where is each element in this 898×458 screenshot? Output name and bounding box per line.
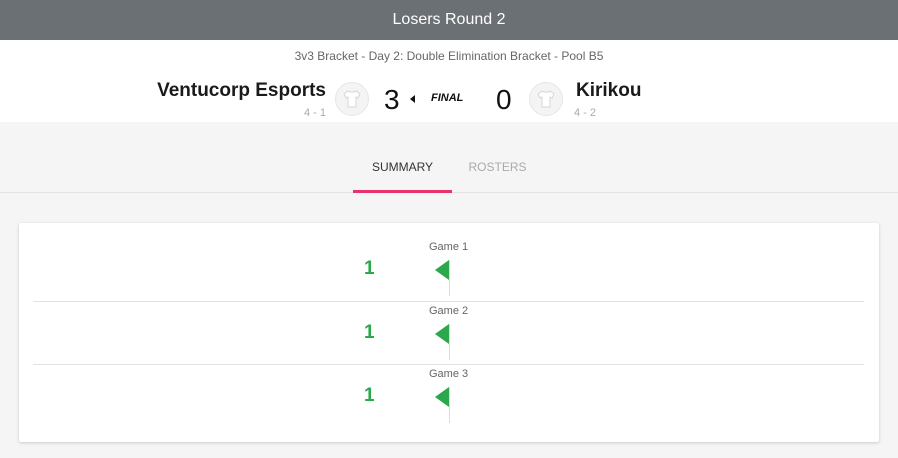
game-winner-score: 1: [364, 385, 375, 406]
team-left-name[interactable]: Ventucorp Esports: [157, 80, 326, 102]
game-label: Game 3: [429, 368, 469, 380]
game-row: Game 3 1: [33, 364, 864, 428]
team-right-name[interactable]: Kirikou: [576, 80, 641, 102]
win-flag-icon: [435, 324, 449, 344]
page-header: Losers Round 2: [0, 0, 898, 40]
game-winner-score: 1: [364, 258, 375, 279]
win-flag-icon: [435, 387, 449, 407]
game-winner-score: 1: [364, 322, 375, 343]
win-flag-icon: [435, 260, 449, 280]
tab-summary[interactable]: SUMMARY: [353, 160, 452, 193]
center-divider: [449, 387, 450, 423]
match-header: 3v3 Bracket - Day 2: Double Elimination …: [0, 40, 898, 122]
center-divider: [449, 324, 450, 360]
center-divider: [449, 260, 450, 296]
game-label: Game 2: [429, 305, 469, 317]
team-right-record: 4 - 2: [574, 107, 597, 119]
tab-bar: SUMMARY ROSTERS: [0, 122, 898, 193]
tab-rosters[interactable]: ROSTERS: [455, 160, 540, 192]
jersey-icon: [529, 82, 563, 116]
game-label: Game 1: [429, 241, 469, 253]
game-row: Game 2 1: [33, 301, 864, 365]
jersey-icon: [335, 82, 369, 116]
games-summary-card: Game 1 1 Game 2 1 Game 3 1: [19, 223, 879, 442]
match-status: FINAL: [431, 92, 464, 104]
match-subtitle: 3v3 Bracket - Day 2: Double Elimination …: [294, 49, 604, 63]
team-left-score: 3: [384, 84, 400, 115]
team-right-score: 0: [496, 84, 512, 115]
game-row: Game 1 1: [33, 238, 864, 301]
team-left-record: 4 - 1: [303, 107, 326, 119]
winner-caret-icon: [410, 95, 415, 103]
page-title: Losers Round 2: [392, 11, 506, 28]
